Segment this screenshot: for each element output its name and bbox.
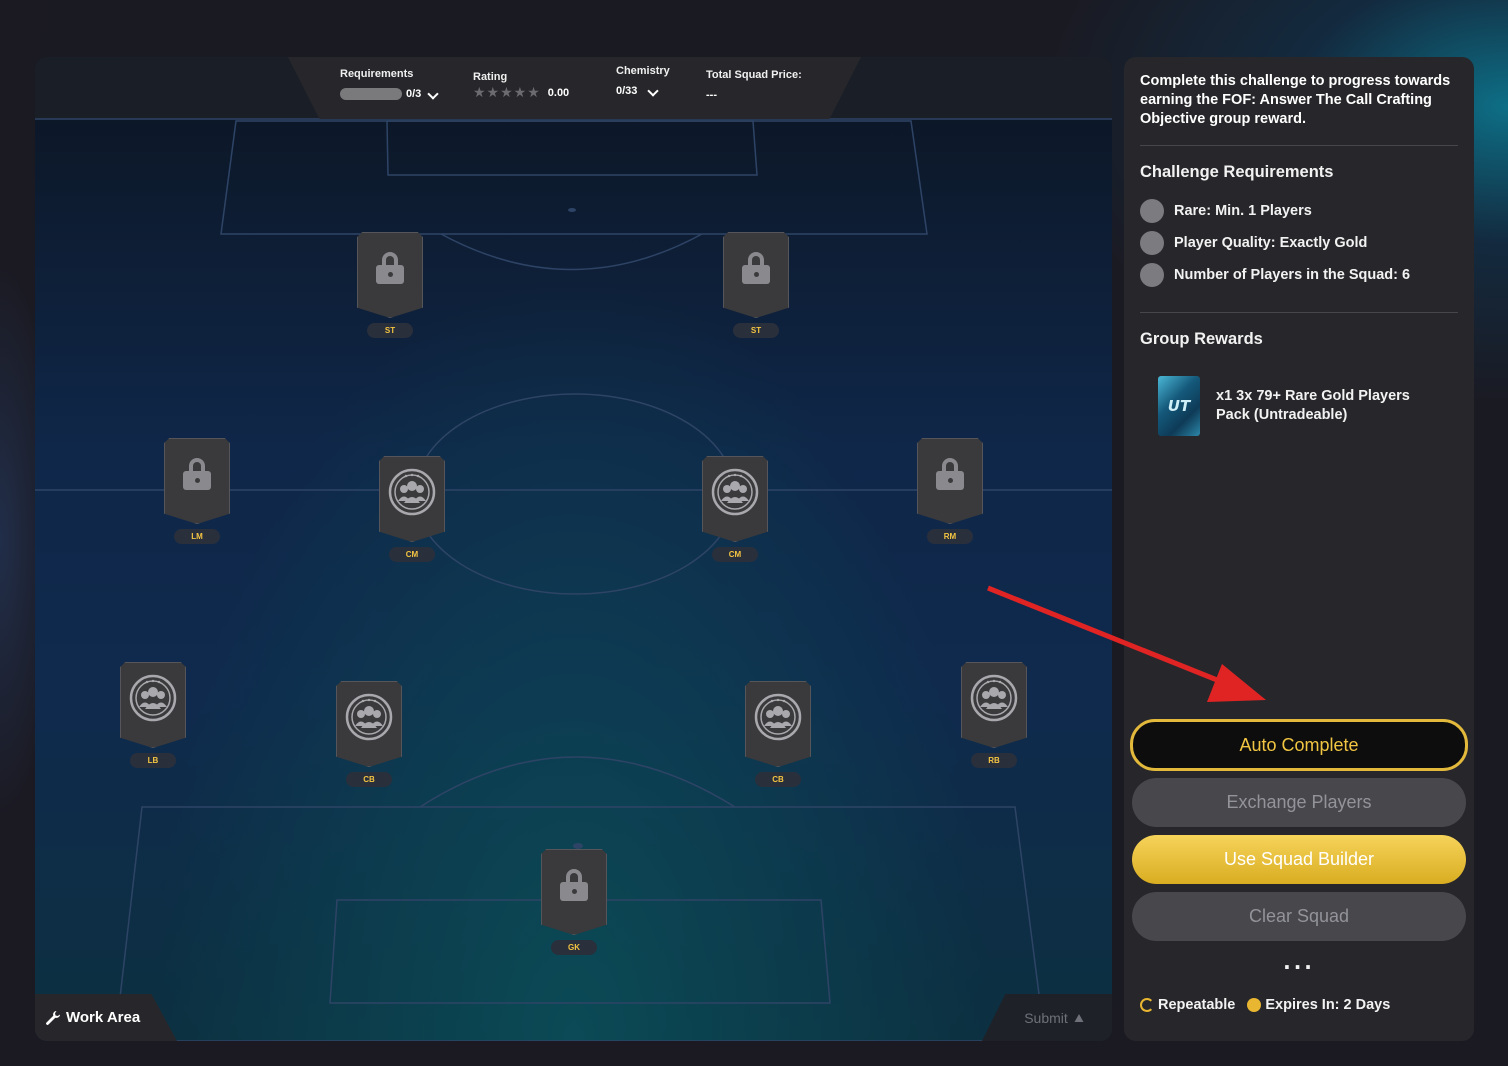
rating-stars-icon: ★★★★★ <box>473 84 541 100</box>
requirement-text: Number of Players in the Squad: 6 <box>1174 267 1411 283</box>
empty-card <box>120 662 186 748</box>
slot-cb-right[interactable]: CB <box>745 681 811 787</box>
divider <box>1140 312 1458 313</box>
squad-price-value: --- <box>706 89 717 101</box>
players-icon <box>129 674 177 722</box>
position-badge: GK <box>551 940 597 955</box>
position-badge: LB <box>130 753 176 768</box>
requirement-status-icon <box>1140 231 1164 255</box>
repeat-icon <box>1140 998 1154 1012</box>
locked-card <box>164 438 230 524</box>
squad-price-stat: Total Squad Price: --- <box>706 69 802 101</box>
position-badge: CM <box>389 547 435 562</box>
requirements-progress-bar <box>340 88 402 100</box>
locked-card <box>541 849 607 935</box>
clear-squad-button[interactable]: Clear Squad <box>1132 892 1466 941</box>
lock-icon <box>559 869 589 901</box>
slot-cb-left[interactable]: CB <box>336 681 402 787</box>
slot-cm-right[interactable]: CM <box>702 456 768 562</box>
requirements-stat[interactable]: Requirements 0/3 <box>340 68 439 100</box>
requirement-row: Number of Players in the Squad: 6 <box>1140 263 1410 287</box>
position-badge: ST <box>733 323 779 338</box>
use-squad-builder-button[interactable]: Use Squad Builder <box>1132 835 1466 884</box>
rating-label: Rating <box>473 71 508 83</box>
requirement-status-icon <box>1140 199 1164 223</box>
position-badge: CB <box>346 772 392 787</box>
players-icon <box>711 468 759 516</box>
repeatable-label: Repeatable <box>1158 997 1236 1013</box>
work-area-label: Work Area <box>66 1009 141 1026</box>
lock-icon <box>375 252 405 284</box>
empty-card <box>745 681 811 767</box>
players-icon <box>388 468 436 516</box>
squad-pitch: Requirements 0/3 Rating ★★★★★ 0.00 Chemi… <box>35 57 1112 1041</box>
empty-card <box>379 456 445 542</box>
triangle-up-icon <box>1074 1013 1084 1022</box>
reward-item[interactable]: UT x1 3x 79+ Rare Gold Players Pack (Unt… <box>1158 376 1426 436</box>
empty-card <box>336 681 402 767</box>
requirement-text: Player Quality: Exactly Gold <box>1174 235 1368 251</box>
locked-card <box>723 232 789 318</box>
empty-card <box>702 456 768 542</box>
clock-icon <box>1247 998 1262 1012</box>
players-icon <box>970 674 1018 722</box>
challenge-footer: Repeatable Expires In: 2 Days <box>1140 997 1390 1013</box>
slot-st-left[interactable]: ST <box>357 232 423 338</box>
chemistry-label: Chemistry <box>616 65 670 77</box>
exchange-players-button[interactable]: Exchange Players <box>1132 778 1466 827</box>
slot-cm-left[interactable]: CM <box>379 456 445 562</box>
position-badge: CB <box>755 772 801 787</box>
slot-st-right[interactable]: ST <box>723 232 789 338</box>
position-badge: ST <box>367 323 413 338</box>
locked-card <box>917 438 983 524</box>
lock-icon <box>935 458 965 490</box>
players-icon <box>754 693 802 741</box>
lock-icon <box>182 458 212 490</box>
empty-card <box>961 662 1027 748</box>
challenge-description: Complete this challenge to progress towa… <box>1140 73 1451 127</box>
position-badge: RM <box>927 529 973 544</box>
squad-price-label: Total Squad Price: <box>706 69 802 81</box>
wrench-icon <box>46 1010 60 1025</box>
requirements-label: Requirements <box>340 68 414 80</box>
rating-value: 0.00 <box>547 86 570 99</box>
slot-rm[interactable]: RM <box>917 438 983 544</box>
divider <box>1140 145 1458 146</box>
more-options-button[interactable]: ... <box>1124 950 1474 974</box>
requirements-value: 0/3 <box>406 88 422 100</box>
slot-lb[interactable]: LB <box>120 662 186 768</box>
chemistry-stat[interactable]: Chemistry 0/33 <box>616 65 670 97</box>
lock-icon <box>741 252 771 284</box>
chevron-down-icon[interactable] <box>647 85 660 97</box>
slot-rb[interactable]: RB <box>961 662 1027 768</box>
requirement-row: Rare: Min. 1 Players <box>1140 199 1312 223</box>
requirement-status-icon <box>1140 263 1164 287</box>
requirement-text: Rare: Min. 1 Players <box>1174 203 1312 219</box>
players-icon <box>345 693 393 741</box>
position-badge: LM <box>174 529 220 544</box>
requirements-heading: Challenge Requirements <box>1140 163 1334 181</box>
rating-stat: Rating ★★★★★ 0.00 <box>473 71 569 101</box>
slot-gk[interactable]: GK <box>541 849 607 955</box>
position-badge: RB <box>971 753 1017 768</box>
submit-label: Submit <box>1024 1009 1068 1026</box>
reward-text: x1 3x 79+ Rare Gold Players Pack (Untrad… <box>1216 388 1410 423</box>
position-badge: CM <box>712 547 758 562</box>
group-rewards-heading: Group Rewards <box>1140 330 1263 348</box>
auto-complete-button[interactable]: Auto Complete <box>1130 719 1468 771</box>
chemistry-value: 0/33 <box>616 85 638 97</box>
locked-card <box>357 232 423 318</box>
slot-lm[interactable]: LM <box>164 438 230 544</box>
challenge-panel: Complete this challenge to progress towa… <box>1124 57 1474 1041</box>
requirement-row: Player Quality: Exactly Gold <box>1140 231 1367 255</box>
expires-label: Expires In: 2 Days <box>1265 997 1391 1013</box>
ut-pack-icon: UT <box>1158 376 1200 436</box>
chevron-down-icon[interactable] <box>427 88 439 100</box>
